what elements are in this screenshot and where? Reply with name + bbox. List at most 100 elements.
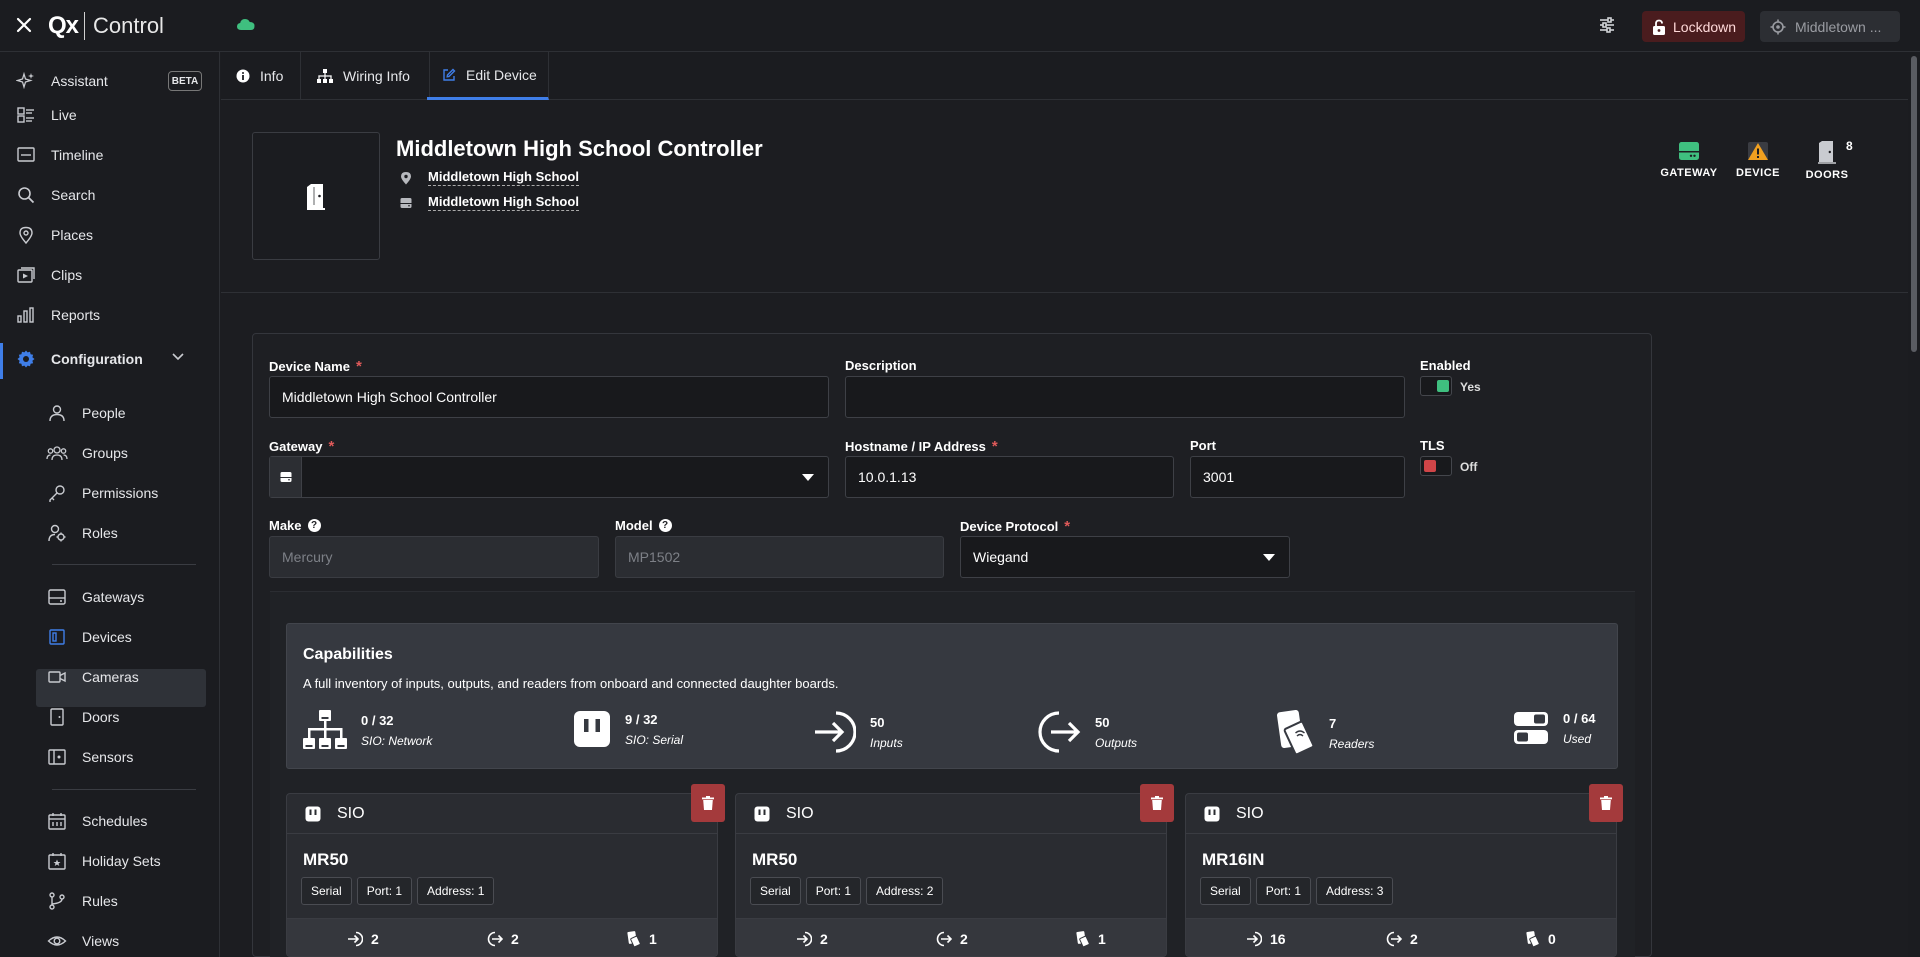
close-icon[interactable] xyxy=(13,14,35,36)
door-icon xyxy=(46,706,68,728)
sidebar-item-permissions[interactable]: Permissions xyxy=(0,476,220,510)
sidebar-item-label: Timeline xyxy=(51,147,104,163)
branch-icon xyxy=(46,890,68,912)
sio-inputs: 16 xyxy=(1246,931,1286,947)
lockdown-button[interactable]: Lockdown xyxy=(1642,11,1745,42)
make-input: Mercury xyxy=(269,536,599,578)
help-icon[interactable]: ? xyxy=(307,519,321,532)
sidebar-item-label: Devices xyxy=(82,629,132,645)
make-label: Make? xyxy=(269,518,321,533)
sidebar-item-schedules[interactable]: Schedules xyxy=(0,804,220,838)
sio-card-title: SIO xyxy=(1236,804,1264,822)
tls-value: Off xyxy=(1460,460,1478,474)
sidebar-item-label: Live xyxy=(51,107,77,123)
sidebar-item-devices[interactable]: Devices xyxy=(0,620,220,654)
sidebar-item-places[interactable]: Places xyxy=(0,218,220,252)
sidebar-item-label: Views xyxy=(82,933,120,949)
hostname-input[interactable]: 10.0.1.13 xyxy=(845,456,1174,498)
site-label: Middletown ... xyxy=(1795,18,1882,35)
capability-label: Readers xyxy=(1329,736,1375,751)
tls-toggle[interactable] xyxy=(1420,456,1452,476)
scrollbar-thumb[interactable] xyxy=(1911,56,1917,352)
port-input[interactable]: 3001 xyxy=(1190,456,1405,498)
sidebar-item-roles[interactable]: Roles xyxy=(0,516,220,550)
device-name-input[interactable]: Middletown High School Controller xyxy=(269,376,829,418)
location-row: Middletown High School xyxy=(400,169,579,186)
enabled-toggle[interactable] xyxy=(1420,376,1452,396)
sidebar-item-sensors[interactable]: Sensors xyxy=(0,740,220,774)
sio-chip: Serial xyxy=(1200,877,1251,905)
output-icon xyxy=(936,931,952,947)
device-thumbnail[interactable] xyxy=(252,132,380,260)
input-value: Wiegand xyxy=(973,549,1029,565)
sidebar-item-holiday-sets[interactable]: Holiday Sets xyxy=(0,844,220,878)
bar-chart-icon xyxy=(15,304,37,326)
enabled-label: Enabled xyxy=(1420,358,1471,373)
gateway-select[interactable] xyxy=(269,456,829,498)
delete-sio-button[interactable] xyxy=(1589,784,1623,822)
sidebar-item-label: Reports xyxy=(51,307,101,323)
sio-card-title: SIO xyxy=(337,804,365,822)
device-status[interactable]: DEVICE xyxy=(1723,140,1793,179)
delete-sio-button[interactable] xyxy=(691,784,725,822)
output-icon xyxy=(487,931,503,947)
person-icon xyxy=(46,402,68,424)
input-icon xyxy=(797,931,812,947)
sio-card-header: SIO xyxy=(1186,794,1616,834)
serial-icon xyxy=(305,806,321,821)
sidebar-item-assistant[interactable]: Assistant BETA xyxy=(0,64,220,98)
tab-wiring-info[interactable]: Wiring Info xyxy=(302,52,430,100)
device-name-label: Device Name * xyxy=(269,358,362,375)
sidebar-item-gateways[interactable]: Gateways xyxy=(0,580,220,614)
sio-card[interactable]: SIO MR50 Serial Port: 1 Address: 1 2 2 1 xyxy=(286,793,718,957)
sio-inputs-count: 16 xyxy=(1270,931,1286,947)
capability-value: 50 xyxy=(870,714,885,730)
edit-icon xyxy=(443,68,456,81)
sidebar-item-reports[interactable]: Reports xyxy=(0,298,220,332)
capability-outputs: 50 Outputs xyxy=(1037,710,1137,754)
sidebar-item-search[interactable]: Search xyxy=(0,178,220,212)
sparkle-icon xyxy=(15,70,37,92)
gateway-label: Gateway * xyxy=(269,438,334,455)
sidebar-item-rules[interactable]: Rules xyxy=(0,884,220,918)
sidebar-item-clips[interactable]: Clips xyxy=(0,258,220,292)
sio-model: MR16IN xyxy=(1202,850,1265,869)
page-title: Middletown High School Controller xyxy=(396,136,763,161)
sidebar-item-configuration[interactable]: Configuration xyxy=(0,342,220,376)
app-logo[interactable]: Qx Control xyxy=(48,11,164,41)
sidebar-item-cameras[interactable]: Cameras xyxy=(0,660,220,694)
info-icon xyxy=(236,69,250,83)
sidebar-item-live[interactable]: Live xyxy=(0,98,220,132)
input-value: 10.0.1.13 xyxy=(858,469,917,485)
sidebar-item-views[interactable]: Views xyxy=(0,924,220,957)
logo-text: Control xyxy=(93,13,164,38)
gateway-status[interactable]: GATEWAY xyxy=(1654,140,1724,179)
serial-icon xyxy=(1204,806,1220,821)
description-input[interactable] xyxy=(845,376,1405,418)
site-selector-button[interactable]: Middletown ... xyxy=(1760,11,1900,42)
sio-card[interactable]: SIO MR16IN Serial Port: 1 Address: 3 16 … xyxy=(1185,793,1617,957)
label-text: Description xyxy=(845,358,917,373)
input-icon xyxy=(815,711,856,753)
sidebar-item-timeline[interactable]: Timeline xyxy=(0,138,220,172)
site-link[interactable]: Middletown High School xyxy=(428,194,579,211)
capabilities-summary: Capabilities A full inventory of inputs,… xyxy=(286,623,1618,769)
label-text: Device Protocol xyxy=(960,519,1059,534)
tab-edit-device[interactable]: Edit Device xyxy=(427,52,549,100)
device-protocol-select[interactable]: Wiegand xyxy=(960,536,1290,578)
filter-settings-icon[interactable] xyxy=(1596,14,1618,36)
tab-info[interactable]: Info xyxy=(221,52,301,100)
sidebar-item-groups[interactable]: Groups xyxy=(0,436,220,470)
sidebar-item-people[interactable]: People xyxy=(0,396,220,430)
page-scrollbar[interactable] xyxy=(1908,52,1920,957)
sio-outputs-count: 2 xyxy=(1410,931,1418,947)
location-link[interactable]: Middletown High School xyxy=(428,169,579,186)
sio-card-footer: 16 2 0 xyxy=(1186,918,1616,956)
sio-card[interactable]: SIO MR50 Serial Port: 1 Address: 2 2 2 1 xyxy=(735,793,1167,957)
help-icon[interactable]: ? xyxy=(658,519,672,532)
label-text: TLS xyxy=(1420,438,1445,453)
label-text: Enabled xyxy=(1420,358,1471,373)
sidebar-item-doors[interactable]: Doors xyxy=(0,700,220,734)
sidebar-item-label: Holiday Sets xyxy=(82,853,161,869)
delete-sio-button[interactable] xyxy=(1140,784,1174,822)
